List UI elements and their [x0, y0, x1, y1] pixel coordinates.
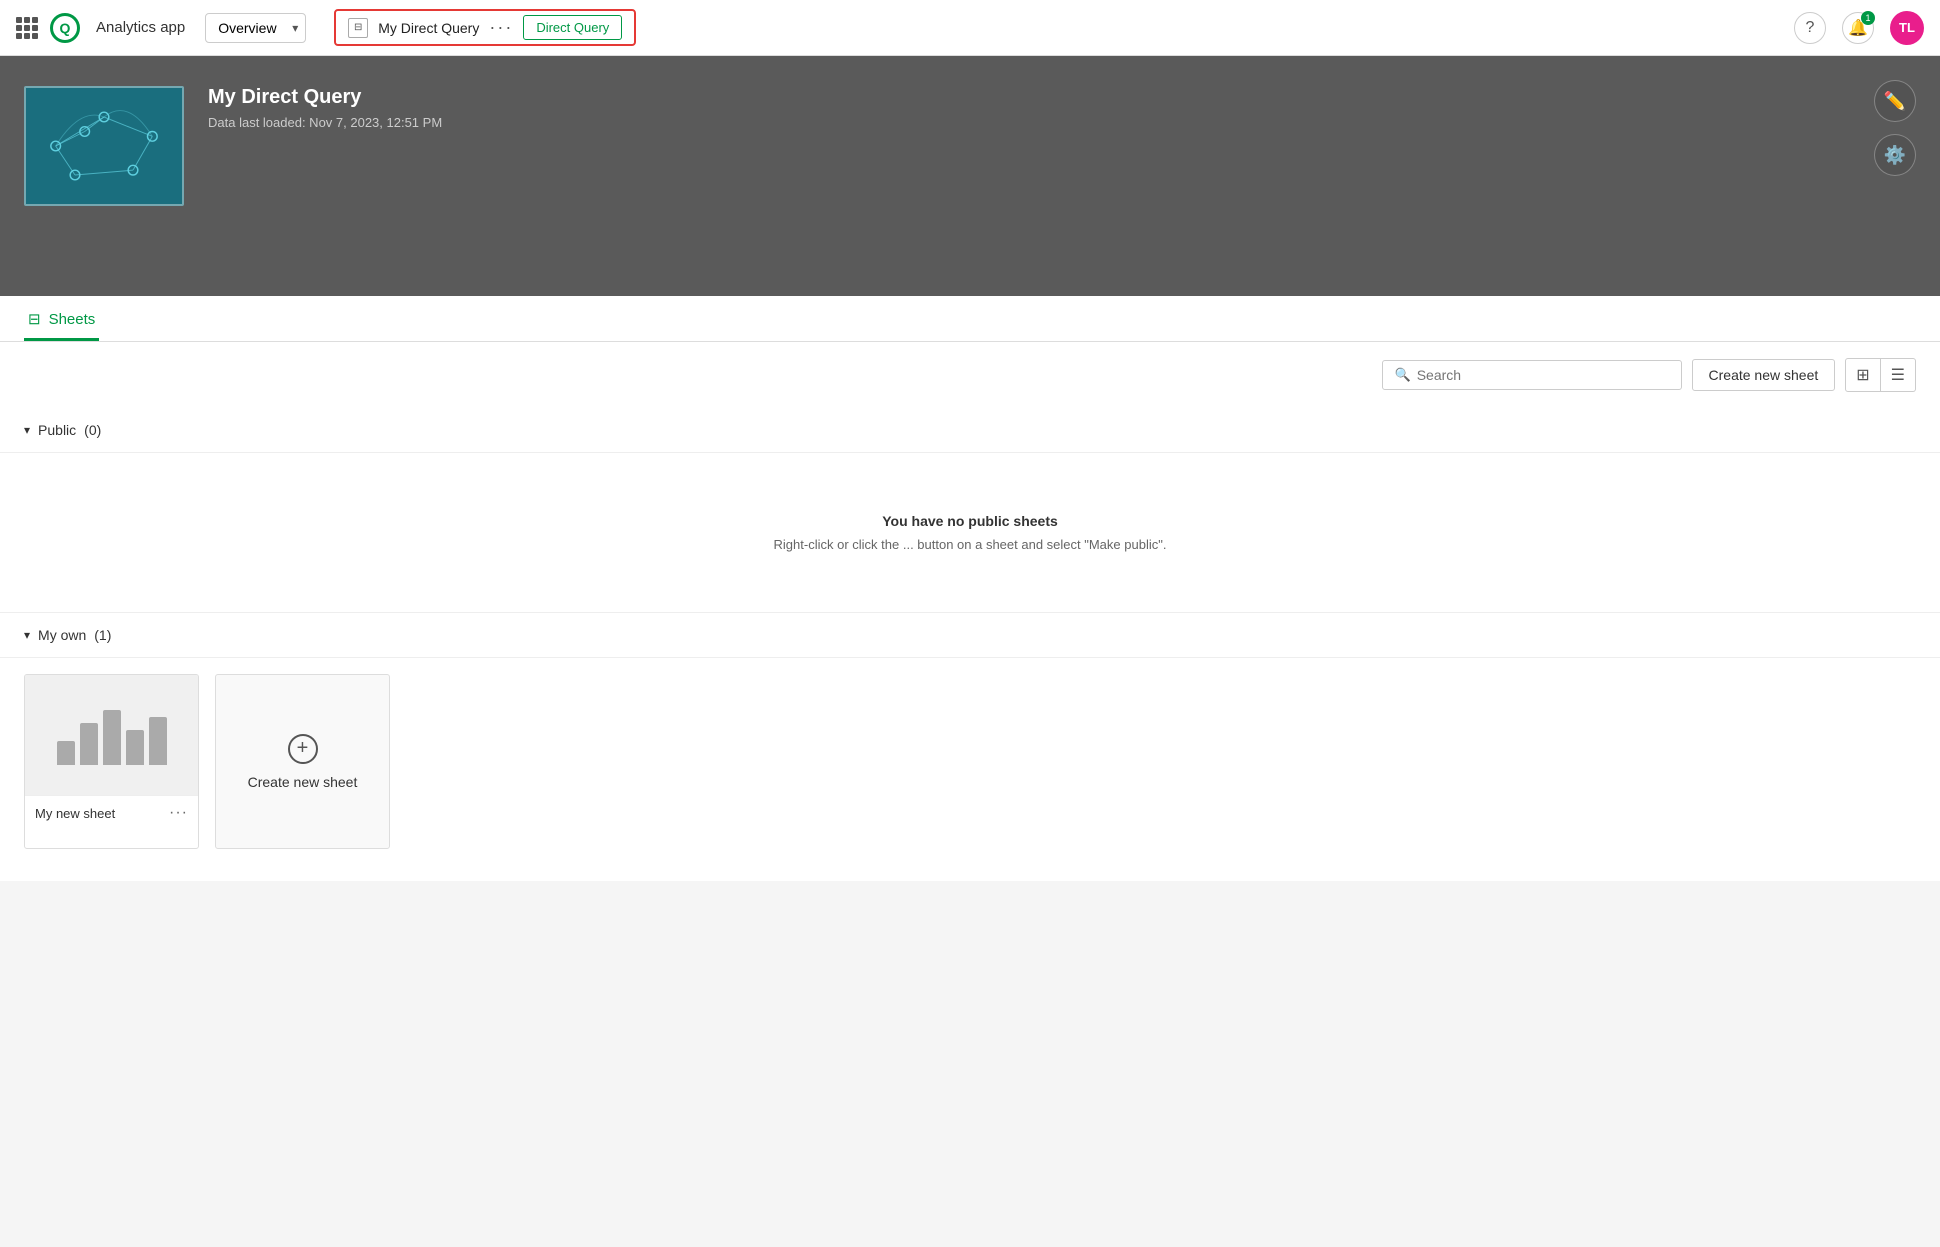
help-button[interactable]: ?: [1794, 12, 1826, 44]
search-icon: 🔍: [1395, 367, 1411, 383]
public-section-header[interactable]: ▾ Public (0): [0, 408, 1940, 453]
app-title: Analytics app: [96, 19, 185, 36]
overview-select[interactable]: Overview: [205, 13, 306, 43]
app-pill-icon: ⊟: [348, 18, 368, 38]
view-toggle: ⊞ ☰: [1845, 358, 1916, 392]
sheets-area: ⊟ Sheets 🔍 Create new sheet ⊞ ☰ ▾ Public…: [0, 296, 1940, 881]
hero-subtitle: Data last loaded: Nov 7, 2023, 12:51 PM: [208, 115, 442, 130]
grid-view-button[interactable]: ⊞: [1845, 358, 1880, 392]
bar-3: [103, 710, 121, 765]
top-navigation: Q Analytics app Overview ⊟ My Direct Que…: [0, 0, 1940, 56]
create-new-label: Create new sheet: [248, 774, 358, 790]
create-sheet-button[interactable]: Create new sheet: [1692, 359, 1836, 391]
my-own-section-count: (1): [94, 627, 111, 643]
sheet-more-button[interactable]: ···: [169, 804, 188, 822]
tab-sheets[interactable]: ⊟ Sheets: [24, 296, 99, 341]
bar-5: [149, 717, 167, 765]
bar-1: [57, 741, 75, 765]
search-box: 🔍: [1382, 360, 1682, 390]
overview-select-wrapper[interactable]: Overview: [197, 13, 306, 43]
sheets-tabs: ⊟ Sheets: [0, 296, 1940, 342]
public-section-label: Public: [38, 422, 76, 438]
qlik-q-icon: Q: [50, 13, 80, 43]
sheet-grid: My new sheet ··· + Create new sheet: [24, 674, 1916, 849]
hero-info: My Direct Query Data last loaded: Nov 7,…: [208, 86, 442, 130]
tab-sheets-label: Sheets: [49, 311, 96, 328]
my-own-section-header[interactable]: ▾ My own (1): [0, 613, 1940, 658]
hero-title: My Direct Query: [208, 86, 442, 109]
my-own-section: My new sheet ··· + Create new sheet: [0, 658, 1940, 881]
user-avatar[interactable]: TL: [1890, 11, 1924, 45]
public-section-count: (0): [84, 422, 101, 438]
nav-right: ? 🔔 1 TL: [1794, 11, 1924, 45]
my-own-chevron-icon: ▾: [24, 628, 30, 642]
grid-menu-icon[interactable]: [16, 17, 38, 39]
app-more-button[interactable]: ···: [489, 17, 513, 38]
create-plus-icon: +: [288, 734, 318, 764]
notifications-button[interactable]: 🔔 1: [1842, 12, 1874, 44]
active-app-pill: ⊟ My Direct Query ··· Direct Query: [334, 9, 636, 46]
direct-query-button[interactable]: Direct Query: [523, 15, 622, 40]
sheet-name: My new sheet: [35, 806, 115, 821]
public-empty-title: You have no public sheets: [882, 513, 1058, 529]
hero-section: My Direct Query Data last loaded: Nov 7,…: [0, 56, 1940, 296]
bar-2: [80, 723, 98, 765]
edit-button[interactable]: ✏️: [1874, 80, 1916, 122]
settings-button[interactable]: ⚙️: [1874, 134, 1916, 176]
public-empty-state: You have no public sheets Right-click or…: [0, 453, 1940, 613]
sheet-tab-icon: ⊟: [28, 310, 41, 328]
app-thumbnail: [24, 86, 184, 206]
hero-actions: ✏️ ⚙️: [1874, 80, 1916, 176]
bar-chart-icon: [57, 705, 167, 765]
public-chevron-icon: ▾: [24, 423, 30, 437]
sheet-thumbnail: [25, 675, 198, 795]
create-new-sheet-card[interactable]: + Create new sheet: [215, 674, 390, 849]
sheet-card-footer: My new sheet ···: [25, 795, 198, 830]
sheet-card[interactable]: My new sheet ···: [24, 674, 199, 849]
search-input[interactable]: [1417, 367, 1667, 383]
bar-4: [126, 730, 144, 765]
app-pill-name: My Direct Query: [378, 20, 479, 36]
list-view-button[interactable]: ☰: [1881, 358, 1916, 392]
notification-badge: 1: [1861, 11, 1875, 25]
public-empty-desc: Right-click or click the ... button on a…: [774, 537, 1167, 552]
my-own-section-label: My own: [38, 627, 86, 643]
sheets-toolbar: 🔍 Create new sheet ⊞ ☰: [0, 342, 1940, 408]
qlik-logo[interactable]: Q: [50, 13, 80, 43]
